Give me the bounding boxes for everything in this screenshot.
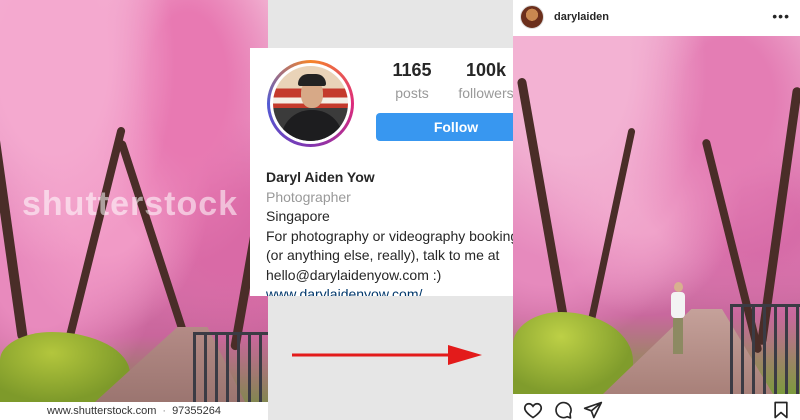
person-figure [670,282,686,358]
profile-avatar[interactable] [267,60,354,147]
fence [193,332,268,402]
watermark-text: shutterstock [22,185,239,223]
stock-photo: shutterstock www.shutterstock.com · 9735… [0,0,268,420]
bio-line: hello@darylaidenyow.com :) [266,266,442,283]
footer-separator: · [162,405,167,417]
followers-label: followers [458,85,514,101]
heart-icon[interactable] [523,400,543,420]
footer-site: www.shutterstock.com [46,405,157,417]
profile-category: Photographer [266,188,351,205]
post-header: darylaiden ••• [513,0,800,33]
posts-count: 1165 [392,60,432,80]
profile-location: Singapore [266,208,330,224]
stock-footer: www.shutterstock.com · 97355264 [0,402,268,420]
post-avatar[interactable] [520,4,544,29]
footer-id: 97355264 [172,405,222,417]
hedge [513,312,633,394]
post-username[interactable]: darylaiden [554,11,609,23]
profile-card: 1165 posts 100k followers Follow Daryl A… [250,48,530,296]
tree-trunk [60,126,126,361]
more-dots-icon[interactable]: ••• [772,8,790,24]
profile-name: Daryl Aiden Yow [266,169,375,185]
posts-stat[interactable]: 1165 posts [382,60,442,101]
profile-bio: Daryl Aiden Yow Photographer Singapore F… [266,168,528,296]
avatar-photo [273,66,348,141]
tree-trunk [587,127,636,325]
post-image[interactable] [513,36,800,394]
send-icon[interactable] [583,400,603,420]
red-arrow-icon [292,345,482,365]
post-actions [513,398,800,420]
posts-label: posts [395,85,429,101]
followers-count: 100k [465,60,507,80]
profile-website-link[interactable]: www.darylaidenyow.com/ [266,285,528,296]
tree-trunk [117,139,193,352]
bio-line: For photography or videography bookings [266,227,526,244]
fence [730,304,800,394]
bookmark-icon[interactable] [771,400,791,420]
followers-stat[interactable]: 100k followers [450,60,522,101]
follow-button[interactable]: Follow [376,113,530,141]
instagram-post: darylaiden ••• [513,0,800,420]
bio-line: (or anything else, really), talk to me a… [266,247,500,263]
comment-icon[interactable] [553,400,573,420]
